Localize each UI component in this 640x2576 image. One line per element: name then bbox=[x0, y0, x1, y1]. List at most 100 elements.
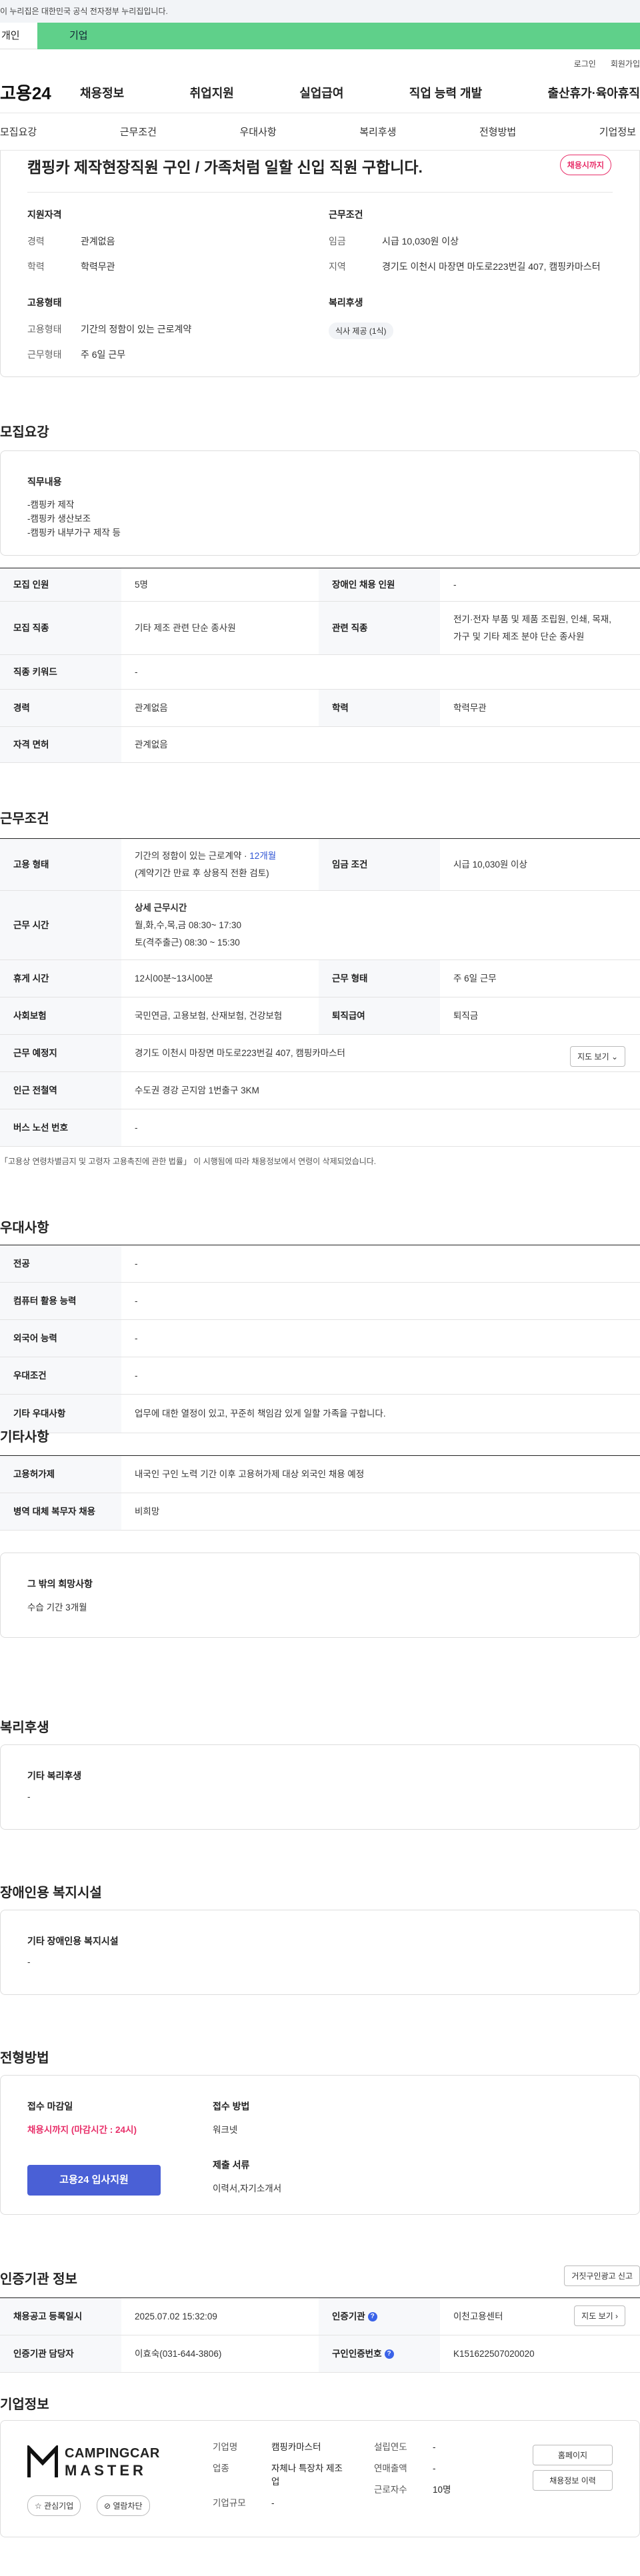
signup-link[interactable]: 회원가입 bbox=[611, 58, 640, 69]
row-value: - bbox=[121, 1357, 640, 1395]
duty-title: 직무내용 bbox=[27, 476, 62, 487]
apply-button[interactable]: 고용24 입사지원 bbox=[27, 2165, 161, 2196]
row-label: 근무 시간 bbox=[0, 890, 121, 960]
selection-box: 접수 마감일 채용시까지 (마감시간 : 24시) 고용24 입사지원 접수 방… bbox=[0, 2075, 640, 2215]
hiring-history-button[interactable]: 채용정보 이력 bbox=[533, 2470, 613, 2491]
tab-company-info[interactable]: 기업정보 bbox=[599, 125, 636, 139]
duty-line: -캠핑카 제작 bbox=[27, 500, 75, 510]
row-value: 국민연금, 고용보험, 산재보험, 건강보험 bbox=[121, 997, 319, 1035]
industry-value: 자체나 특장차 제조업 bbox=[271, 2463, 343, 2487]
login-link[interactable]: 로그인 bbox=[574, 58, 596, 69]
agency-section-title: 인증기관 정보 bbox=[0, 2272, 77, 2287]
row-label: 전공 bbox=[0, 1245, 121, 1283]
emp-type-value: 기간의 정함이 있는 근로계약 bbox=[81, 324, 192, 334]
row-label: 컴퓨터 활용 능력 bbox=[0, 1282, 121, 1320]
row-label: 채용공고 등록일시 bbox=[0, 2297, 121, 2335]
company-size-label: 기업규모 bbox=[213, 2498, 246, 2508]
gnb-item-employment-support[interactable]: 취업지원 bbox=[190, 84, 234, 101]
hours-saturday: 토(격주출근) 08:30 ~ 15:30 bbox=[135, 937, 240, 948]
recruit-table: 모집 인원 5명 장애인 채용 인원 - 모집 직종 기타 제조 관련 단순 종… bbox=[0, 568, 640, 763]
row-value: - bbox=[121, 1245, 640, 1283]
welfare-block: 복리후생 식사 제공 (1식) bbox=[329, 296, 622, 339]
tab-recruit[interactable]: 모집요강 bbox=[0, 125, 37, 139]
hours-weekday: 월,화,수,목,금 08:30~ 17:30 bbox=[135, 920, 242, 930]
homepage-button[interactable]: 홈페이지 bbox=[533, 2445, 613, 2465]
row-label: 고용허가제 bbox=[0, 1455, 121, 1493]
wish-box: 그 밖의 희망사항 수습 기간 3개월 bbox=[0, 1553, 640, 1638]
org-label: 인증기관 bbox=[332, 2311, 365, 2321]
age-law-note: 「고용상 연령차별금지 및 고령자 고용촉진에 관한 법률」 이 시행됨에 따라… bbox=[0, 1157, 377, 1166]
row-label: 퇴직급여 bbox=[319, 997, 440, 1035]
rel-line-2: 가구 및 기타 제조 분야 단순 종사원 bbox=[453, 631, 585, 642]
deadline-value: 채용시까지 (마감시간 : 24시) bbox=[27, 2125, 137, 2135]
gnb-item-jobs[interactable]: 채용정보 bbox=[80, 84, 124, 101]
row-label: 병역 대체 복무자 채용 bbox=[0, 1493, 121, 1531]
row-value: 기간의 정함이 있는 근로계약 · 12개월 (계약기간 만료 후 상용직 전환… bbox=[121, 838, 319, 891]
emp-type-text: 기간의 정함이 있는 근로계약 · bbox=[135, 850, 250, 861]
welfare-pill: 식사 제공 (1식) bbox=[329, 322, 393, 339]
conditions-title: 근무조건 bbox=[329, 209, 363, 220]
emp-type-label: 고용형태 bbox=[27, 324, 62, 334]
benefit-value: - bbox=[27, 1792, 31, 1802]
tab-company[interactable]: 기업 bbox=[37, 23, 640, 49]
gnb-item-parental-leave[interactable]: 출산휴가·육아휴직 bbox=[548, 84, 640, 101]
founded-value: - bbox=[433, 2442, 436, 2452]
row-value: 관계없음 bbox=[121, 689, 319, 727]
row-label: 사회보험 bbox=[0, 997, 121, 1035]
employment-block: 고용형태 고용형태 기간의 정함이 있는 근로계약 근무형태 주 6일 근무 bbox=[27, 296, 321, 373]
method-block: 접수 방법 워크넷 bbox=[213, 2100, 249, 2136]
duty-line: -캠핑카 생산보조 bbox=[27, 514, 91, 524]
employment-title: 고용형태 bbox=[27, 297, 62, 308]
site-logo[interactable]: 고용24 bbox=[0, 80, 80, 105]
deadline-block: 접수 마감일 채용시까지 (마감시간 : 24시) bbox=[27, 2100, 137, 2136]
docs-block: 제출 서류 이력서,자기소개서 bbox=[213, 2158, 281, 2194]
company-info-col1: 기업명 캠핑카마스터 업종 자체나 특장차 제조업 기업규모 - bbox=[213, 2441, 345, 2510]
row-value: 관계없음 bbox=[121, 726, 640, 763]
row-value: 퇴직금 bbox=[440, 997, 640, 1035]
row-value: - bbox=[121, 654, 640, 690]
report-false-ad-button[interactable]: 거짓구인광고 신고 bbox=[564, 2265, 640, 2286]
row-value: - bbox=[121, 1109, 640, 1147]
sales-value: - bbox=[433, 2463, 436, 2473]
row-value: - bbox=[440, 568, 640, 602]
info-icon[interactable]: ? bbox=[367, 2311, 377, 2321]
row-value: 2025.07.02 15:32:09 bbox=[121, 2297, 319, 2335]
wish-title: 그 밖의 희망사항 bbox=[27, 1579, 93, 1589]
cond-region-value: 경기도 이천시 마장면 마도로223번길 407, 캠핑카마스터 bbox=[382, 261, 601, 272]
cond-wage-value: 시급 10,030원 이상 bbox=[382, 236, 459, 247]
gov-banner: 이 누리집은 대한민국 공식 전자정부 누리집입니다. bbox=[0, 0, 640, 23]
row-value: - bbox=[121, 1319, 640, 1357]
disabled-value: - bbox=[27, 1957, 31, 1967]
info-icon[interactable]: ? bbox=[384, 2349, 394, 2359]
tab-work-conditions[interactable]: 근무조건 bbox=[120, 125, 157, 139]
emp-form-label: 근무형태 bbox=[27, 349, 62, 360]
map-view-button[interactable]: 지도 보기 ⌄ bbox=[570, 1046, 625, 1067]
interest-company-button[interactable]: ☆ 관심기업 bbox=[27, 2495, 81, 2516]
employees-value: 10명 bbox=[433, 2485, 451, 2495]
gnb-item-vocational-training[interactable]: 직업 능력 개발 bbox=[409, 84, 482, 101]
block-view-button[interactable]: ⊘ 열람차단 bbox=[97, 2495, 150, 2516]
tab-preferences[interactable]: 우대사항 bbox=[240, 125, 277, 139]
tab-benefits[interactable]: 복리후생 bbox=[359, 125, 396, 139]
row-label: 학력 bbox=[319, 689, 440, 727]
agency-table: 채용공고 등록일시 2025.07.02 15:32:09 인증기관? 이천고용… bbox=[0, 2297, 640, 2373]
section-tabs: 모집요강 근무조건 우대사항 복리후생 전형방법 기업정보 bbox=[0, 113, 640, 151]
row-value: 전기·전자 부품 및 제품 조립원, 인쇄, 목재, 가구 및 기타 제조 분야 … bbox=[440, 601, 640, 655]
qual-edu-label: 학력 bbox=[27, 261, 45, 272]
utility-links: 로그인 회원가입 bbox=[0, 55, 640, 72]
qualification-title: 지원자격 bbox=[27, 209, 62, 220]
deadline-title: 접수 마감일 bbox=[27, 2101, 73, 2112]
industry-label: 업종 bbox=[213, 2463, 229, 2473]
row-value: 경기도 이천시 마장면 마도로223번길 407, 캠핑카마스터 bbox=[121, 1034, 640, 1072]
company-logo: CAMPINGCAR MASTER bbox=[27, 2445, 160, 2479]
tab-personal[interactable]: 개인 bbox=[0, 23, 37, 49]
row-label: 임금 조건 bbox=[319, 838, 440, 891]
agency-map-button[interactable]: 지도 보기 › bbox=[574, 2305, 625, 2326]
method-value: 워크넷 bbox=[213, 2125, 238, 2135]
company-box: CAMPINGCAR MASTER ☆ 관심기업 ⊘ 열람차단 기업명 캠핑카마스… bbox=[0, 2420, 640, 2537]
tab-selection[interactable]: 전형방법 bbox=[479, 125, 516, 139]
disabled-section-title: 장애인용 복지시설 bbox=[0, 1886, 102, 1900]
row-value: K151622507020020 bbox=[440, 2335, 640, 2373]
gnb-item-unemployment-benefit[interactable]: 실업급여 bbox=[299, 84, 343, 101]
duty-box: 직무내용 -캠핑카 제작 -캠핑카 생산보조 -캠핑카 내부가구 제작 등 bbox=[0, 450, 640, 556]
